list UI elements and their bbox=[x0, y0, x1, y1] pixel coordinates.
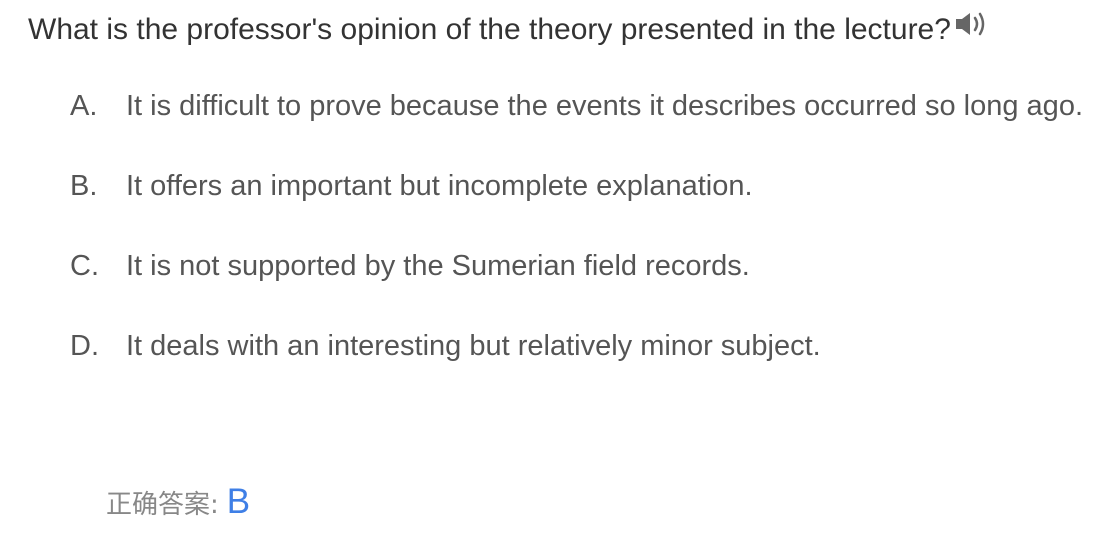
option-letter: C. bbox=[70, 250, 99, 282]
correct-answer-value: B bbox=[226, 482, 251, 521]
option-text: It offers an important but incomplete ex… bbox=[126, 170, 753, 202]
option-c[interactable]: C. It is not supported by the Sumerian f… bbox=[70, 234, 1087, 298]
option-letter: D. bbox=[70, 330, 99, 362]
option-b[interactable]: B. It offers an important but incomplete… bbox=[70, 154, 1087, 218]
correct-answer-label: 正确答案: bbox=[106, 490, 219, 520]
answer-options: A. It is difficult to prove because the … bbox=[70, 74, 1087, 394]
option-text: It is not supported by the Sumerian fiel… bbox=[126, 250, 750, 282]
correct-answer: 正确答案: B bbox=[106, 482, 250, 526]
option-a[interactable]: A. It is difficult to prove because the … bbox=[70, 74, 1087, 138]
option-letter: B. bbox=[70, 170, 98, 202]
option-d[interactable]: D. It deals with an interesting but rela… bbox=[70, 314, 1087, 378]
option-text: It deals with an interesting but relativ… bbox=[126, 330, 821, 362]
question-text: What is the professor's opinion of the t… bbox=[28, 13, 951, 46]
option-text: It is difficult to prove because the eve… bbox=[126, 90, 1083, 122]
question-title: What is the professor's opinion of the t… bbox=[28, 10, 1061, 51]
option-letter: A. bbox=[70, 90, 98, 122]
speaker-icon[interactable] bbox=[953, 9, 991, 49]
